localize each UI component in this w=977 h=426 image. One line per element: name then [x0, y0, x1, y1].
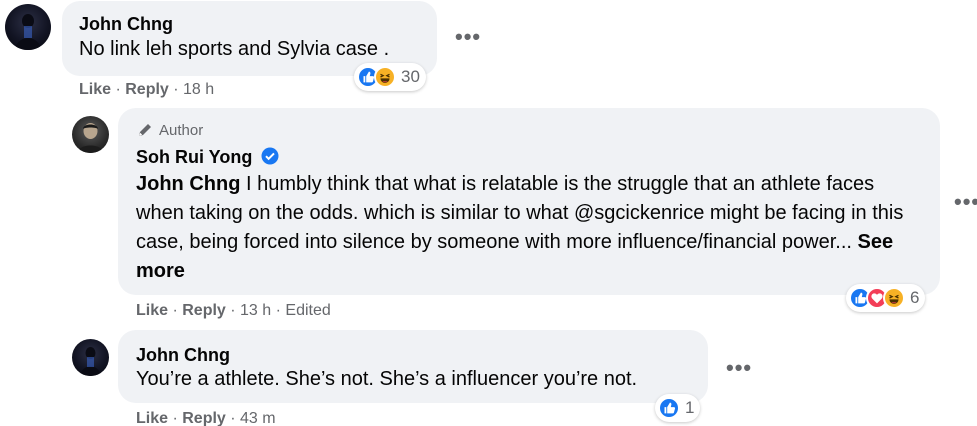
comment-text: No link leh sports and Sylvia case .	[79, 38, 390, 60]
avatar-portrait-icon	[77, 123, 104, 153]
reaction-count: 6	[910, 288, 920, 307]
avatar-silhouette-icon	[15, 14, 41, 50]
reaction-summary[interactable]: 6	[846, 284, 926, 312]
pencil-icon	[139, 124, 151, 136]
reply-button[interactable]: Reply	[182, 302, 226, 319]
avatar[interactable]	[5, 4, 51, 50]
reaction-count: 1	[685, 398, 695, 417]
verified-badge-icon	[261, 147, 279, 165]
edited-label[interactable]: Edited	[285, 302, 330, 319]
comment-author-link[interactable]: Soh Rui Yong	[136, 147, 252, 167]
comment-body: I humbly think that what is relatable is…	[136, 173, 904, 253]
avatar-silhouette-icon	[80, 347, 101, 376]
comment-author: Soh Rui Yong	[136, 147, 279, 168]
separator: ·	[271, 302, 286, 319]
reaction-summary[interactable]: 1	[655, 394, 701, 422]
avatar[interactable]	[72, 116, 109, 153]
comment-actions: Like · Reply · 13 h · Edited	[136, 302, 331, 320]
author-badge: Author	[136, 121, 203, 139]
like-icon	[658, 397, 680, 419]
separator: ·	[168, 302, 183, 319]
comment-author[interactable]: John Chng	[79, 14, 173, 35]
comment-author[interactable]: John Chng	[136, 345, 230, 366]
reaction-summary[interactable]: 30	[354, 63, 426, 91]
avatar[interactable]	[72, 339, 109, 376]
reaction-count: 30	[401, 67, 420, 86]
separator: ·	[111, 81, 126, 98]
comment-actions: Like · Reply · 18 h	[79, 81, 214, 99]
more-options-button[interactable]: •••	[726, 357, 752, 379]
comment-text: John Chng I humbly think that what is re…	[136, 170, 926, 286]
haha-icon	[374, 66, 396, 88]
comment-text: You’re a athlete. She’s not. She’s a inf…	[136, 368, 638, 390]
separator: ·	[168, 410, 183, 426]
author-badge-label: Author	[159, 121, 204, 139]
haha-icon	[883, 287, 905, 309]
separator: ·	[168, 81, 184, 98]
timestamp[interactable]: 18 h	[183, 81, 214, 98]
separator: ·	[225, 410, 241, 426]
timestamp[interactable]: 43 m	[240, 410, 276, 426]
like-button[interactable]: Like	[136, 302, 168, 319]
comment-thread: John Chng No link leh sports and Sylvia …	[0, 0, 977, 426]
like-button[interactable]: Like	[136, 410, 168, 426]
reply-button[interactable]: Reply	[182, 410, 226, 426]
reply-button[interactable]: Reply	[125, 81, 169, 98]
more-options-button[interactable]: •••	[455, 26, 481, 48]
separator: ·	[225, 302, 241, 319]
more-options-button[interactable]: •••	[954, 191, 977, 213]
mention-link[interactable]: John Chng	[136, 173, 240, 195]
comment-actions: Like · Reply · 43 m	[136, 410, 276, 426]
like-button[interactable]: Like	[79, 81, 111, 98]
timestamp[interactable]: 13 h	[240, 302, 271, 319]
